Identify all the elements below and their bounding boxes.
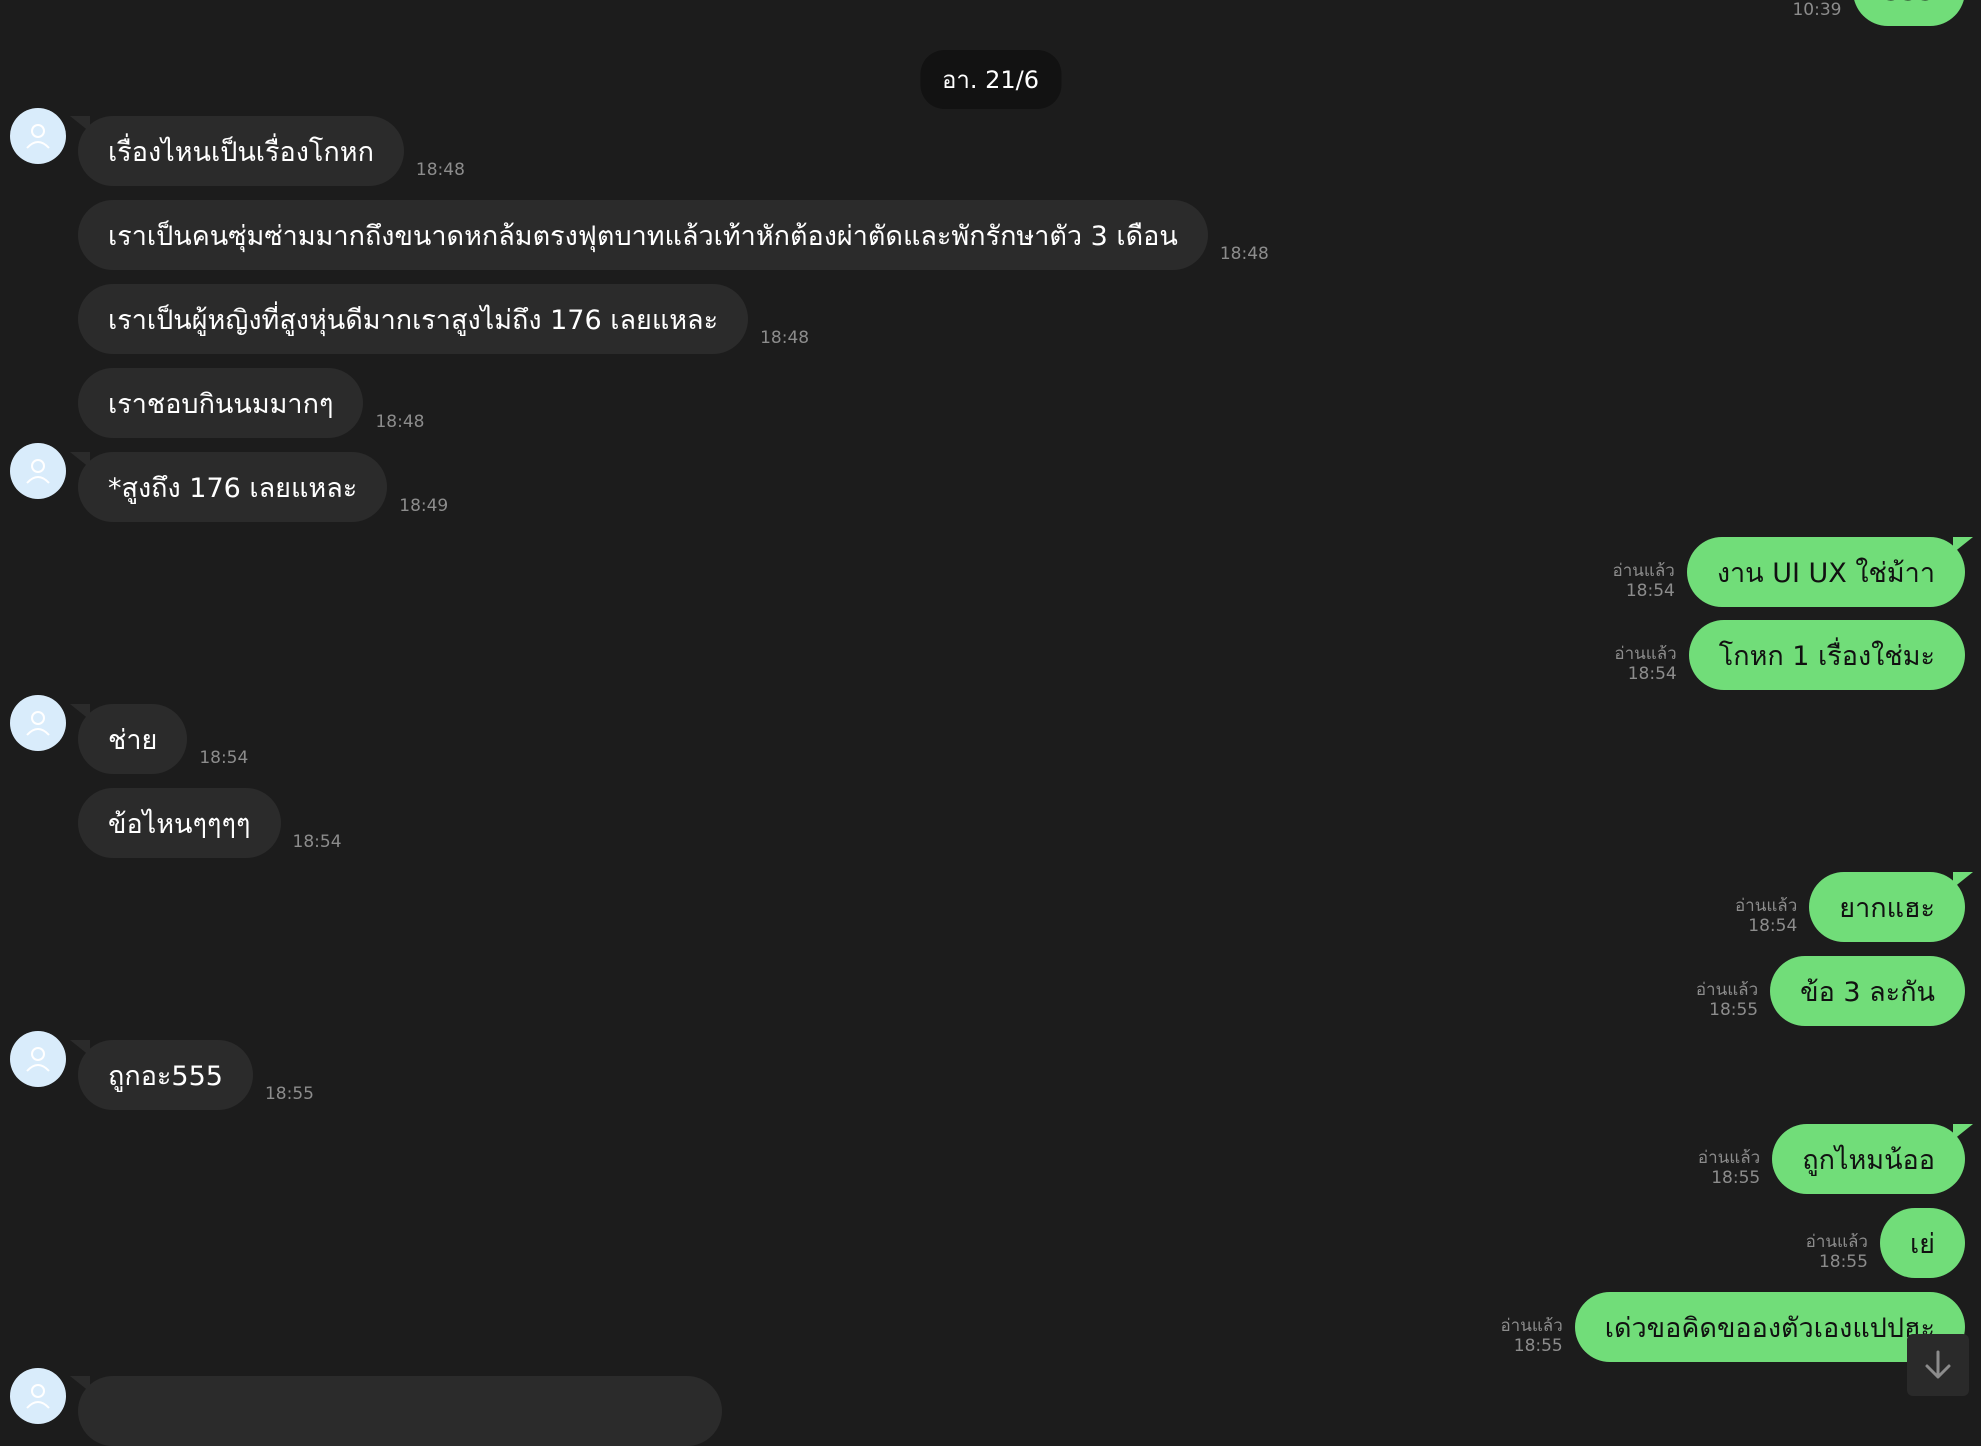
message-row: ถูกอะ555 18:55	[70, 1040, 314, 1110]
message-text: 555	[1883, 0, 1935, 7]
message-time: 18:54	[292, 832, 342, 852]
read-status: อ่านแล้ว	[1734, 896, 1798, 916]
message-time: 10:39	[1792, 0, 1842, 20]
message-bubble[interactable]: ถูกอะ555	[70, 1040, 253, 1110]
read-status: อ่านแล้ว	[1805, 1232, 1868, 1252]
message-time: 18:54	[1748, 916, 1798, 936]
message-time: 18:48	[375, 412, 425, 432]
message-bubble[interactable]: ช่าย	[69, 704, 188, 774]
message-time: 18:54	[1627, 664, 1677, 684]
message-time: 18:55	[1711, 1168, 1761, 1188]
read-status: อ่านแล้ว	[1500, 1316, 1563, 1336]
message-meta: 10:39	[1792, 0, 1841, 20]
message-time: 18:48	[415, 160, 465, 180]
message-bubble[interactable]: งาน UI UX ใช่ม้าา	[1686, 537, 1974, 607]
message-bubble[interactable]: เราเป็นผู้หญิงที่สูงหุ่นดีมากเราสูงไม่ถึ…	[78, 284, 749, 354]
message-meta: อ่านแล้ว 18:55	[1698, 1148, 1760, 1188]
message-meta: อ่านแล้ว 18:55	[1696, 980, 1758, 1020]
message-text: งาน UI UX ใช่ม้าา	[1716, 557, 1935, 589]
message-text: เรื่องไหนเป็นเรื่องโกหก	[108, 136, 374, 168]
message-time: 18:55	[1709, 1000, 1759, 1020]
message-row: ข้อ 3 ละกัน อ่านแล้ว 18:55	[1696, 956, 1965, 1026]
message-bubble[interactable]: 555	[1853, 0, 1965, 26]
message-time: 18:55	[1818, 1252, 1868, 1272]
message-meta: อ่านแล้ว 18:54	[1613, 561, 1675, 601]
message-bubble[interactable]: เราชอบกินนมมากๆ	[78, 368, 364, 438]
message-time: 18:48	[760, 328, 810, 348]
message-row: เด่วขอคิดขอองตัวเองแปปฮะ อ่านแล้ว 18:55	[1500, 1292, 1965, 1362]
user-avatar-icon	[26, 1384, 50, 1409]
chat-area: 555 10:39 อา. 21/6 เรื่องไหนเป็นเรื่องโก…	[0, 0, 1981, 1446]
read-status: อ่านแล้ว	[1614, 644, 1677, 664]
message-meta: อ่านแล้ว 18:54	[1614, 644, 1676, 684]
message-text: *สูงถึง 176 เลยแหละ	[108, 472, 358, 504]
message-text: ถูกไหมน้ออ	[1802, 1144, 1935, 1176]
message-meta: อ่านแล้ว 18:54	[1735, 896, 1797, 936]
message-bubble[interactable]: ข้อไหนๆๆๆๆ	[78, 788, 281, 858]
user-avatar-icon	[26, 124, 50, 149]
message-text: เด่วขอคิดขอองตัวเองแปปฮะ	[1604, 1312, 1935, 1344]
message-time: 18:49	[399, 496, 449, 516]
message-time: 18:55	[1513, 1336, 1563, 1356]
message-row: ยากแฮะ อ่านแล้ว 18:54	[1735, 872, 1973, 942]
message-row: เย่ อ่านแล้ว 18:55	[1806, 1208, 1965, 1278]
avatar[interactable]	[10, 1031, 66, 1087]
read-status: อ่านแล้ว	[1612, 561, 1675, 581]
scroll-to-bottom-button[interactable]	[1907, 1334, 1969, 1396]
message-row: ถูกไหมน้ออ อ่านแล้ว 18:55	[1698, 1124, 1973, 1194]
message-row: เราชอบกินนมมากๆ 18:48	[78, 368, 424, 438]
message-text: ข้อไหนๆๆๆๆ	[108, 808, 251, 840]
avatar[interactable]	[10, 695, 66, 751]
message-bubble[interactable]: *สูงถึง 176 เลยแหละ	[69, 452, 388, 522]
message-row: เรื่องไหนเป็นเรื่องโกหก 18:48	[70, 116, 465, 186]
arrow-down-icon	[1925, 1350, 1951, 1379]
date-divider: อา. 21/6	[919, 50, 1062, 109]
message-row: เราเป็นผู้หญิงที่สูงหุ่นดีมากเราสูงไม่ถึ…	[78, 284, 809, 354]
message-time: 18:55	[264, 1084, 314, 1104]
message-time: 18:48	[1219, 244, 1269, 264]
message-bubble[interactable]: ข้อ 3 ละกัน	[1770, 956, 1965, 1026]
user-avatar-icon	[26, 1047, 50, 1072]
message-bubble[interactable]	[70, 1376, 722, 1446]
message-bubble[interactable]: เรื่องไหนเป็นเรื่องโกหก	[70, 116, 404, 186]
message-row: เราเป็นคนซุ่มซ่ามมากถึงขนาดหกล้มตรงฟุตบา…	[78, 200, 1269, 270]
message-row: *สูงถึง 176 เลยแหละ 18:49	[69, 452, 449, 522]
message-text: เราเป็นผู้หญิงที่สูงหุ่นดีมากเราสูงไม่ถึ…	[108, 304, 719, 336]
message-text: ถูกอะ555	[108, 1060, 223, 1092]
message-text: เราเป็นคนซุ่มซ่ามมากถึงขนาดหกล้มตรงฟุตบา…	[108, 220, 1178, 252]
message-time: 18:54	[1625, 581, 1675, 601]
message-text: ข้อ 3 ละกัน	[1800, 976, 1935, 1008]
read-status: อ่านแล้ว	[1695, 980, 1759, 1000]
message-text: เราชอบกินนมมากๆ	[108, 388, 334, 420]
message-text: ช่าย	[108, 724, 158, 756]
message-meta: อ่านแล้ว 18:55	[1806, 1232, 1868, 1272]
user-avatar-icon	[26, 459, 50, 484]
message-row: งาน UI UX ใช่ม้าา อ่านแล้ว 18:54	[1613, 537, 1974, 607]
message-bubble[interactable]: โกหก 1 เรื่องใช่มะ	[1688, 620, 1965, 690]
message-text: เย่	[1909, 1228, 1935, 1260]
message-text: โกหก 1 เรื่องใช่มะ	[1718, 640, 1935, 672]
user-avatar-icon	[26, 711, 50, 736]
message-row: 555 10:39	[1792, 0, 1965, 26]
message-time: 18:54	[199, 748, 249, 768]
message-row: โกหก 1 เรื่องใช่มะ อ่านแล้ว 18:54	[1614, 620, 1965, 690]
message-bubble[interactable]: เย่	[1879, 1208, 1965, 1278]
message-bubble[interactable]: ยากแฮะ	[1809, 872, 1973, 942]
message-row: ช่าย 18:54	[69, 704, 249, 774]
message-text: ยากแฮะ	[1839, 892, 1935, 924]
message-row	[70, 1376, 722, 1446]
avatar[interactable]	[10, 443, 66, 499]
message-row: ข้อไหนๆๆๆๆ 18:54	[78, 788, 342, 858]
message-meta: อ่านแล้ว 18:55	[1500, 1316, 1562, 1356]
avatar[interactable]	[10, 108, 66, 164]
read-status: อ่านแล้ว	[1697, 1148, 1761, 1168]
message-bubble[interactable]: เราเป็นคนซุ่มซ่ามมากถึงขนาดหกล้มตรงฟุตบา…	[78, 200, 1208, 270]
message-bubble[interactable]: ถูกไหมน้ออ	[1772, 1124, 1973, 1194]
avatar[interactable]	[10, 1368, 66, 1424]
